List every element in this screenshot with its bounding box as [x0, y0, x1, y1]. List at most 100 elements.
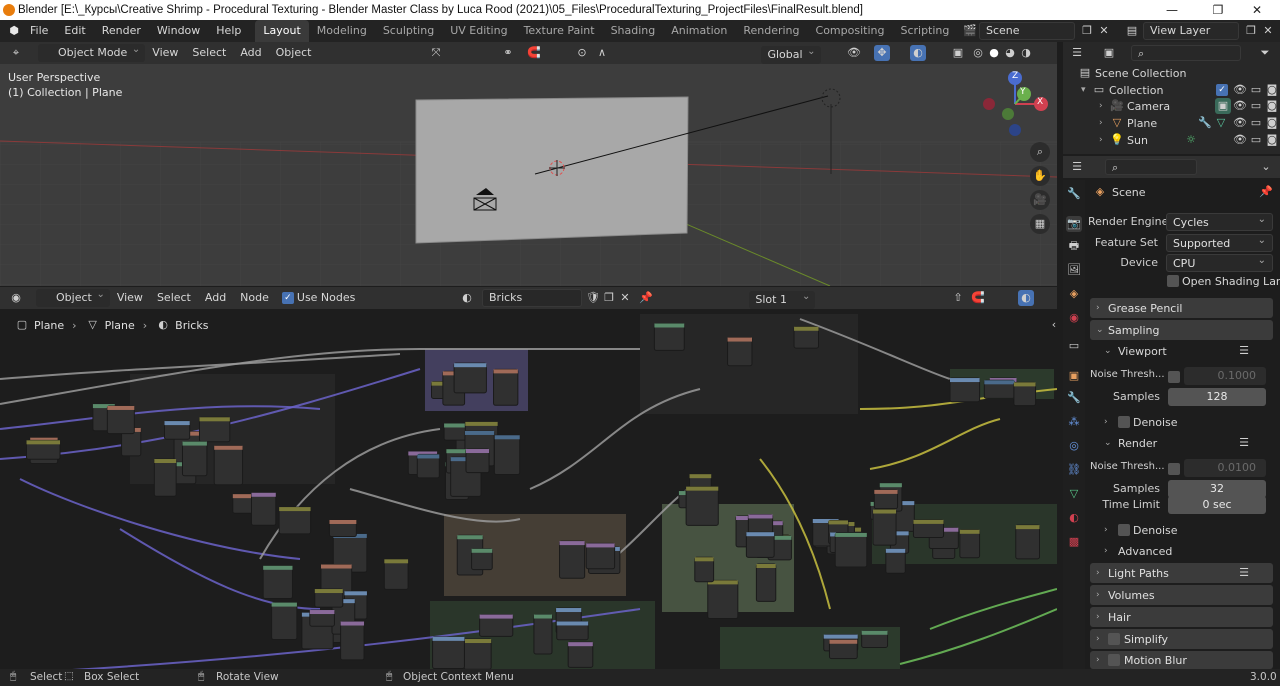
shader-node[interactable]	[198, 416, 231, 443]
shader-node[interactable]	[949, 377, 981, 403]
viewport-denoise-checkbox[interactable]	[1118, 416, 1130, 428]
outliner-item-camera[interactable]: › 🎥 Camera ▣ 👁 ▭ ◙	[1099, 97, 1279, 115]
subpanel-viewport[interactable]: ⌄ Viewport ☰	[1104, 342, 1274, 360]
render-engine-dropdown[interactable]: Cycles	[1166, 211, 1273, 231]
tab-modeling[interactable]: Modeling	[309, 20, 375, 42]
visibility-eye-icon[interactable]: 👁	[1232, 132, 1248, 148]
particles-tab-icon[interactable]: ⁂	[1066, 414, 1082, 430]
transform-orientation-dropdown[interactable]: Global	[761, 43, 821, 64]
filter-icon[interactable]: ⏷	[1257, 45, 1273, 61]
disable-render-icon[interactable]: ◙	[1264, 82, 1280, 98]
viewport-noise-threshold-field[interactable]: 0.1000	[1184, 367, 1266, 385]
wireframe-shading-icon[interactable]: ◎	[970, 45, 986, 61]
shader-type-dropdown[interactable]: Object	[36, 286, 110, 307]
view-layer-selector[interactable]: View Layer	[1143, 22, 1239, 40]
shader-node[interactable]	[959, 529, 981, 559]
modifier-wrench-icon[interactable]: 🔧	[1197, 115, 1213, 131]
solid-shading-icon[interactable]: ●	[986, 45, 1002, 61]
collapse-icon[interactable]: ▾	[1081, 85, 1091, 95]
menu-render[interactable]: Render	[94, 20, 149, 42]
subpanel-render[interactable]: ⌄ Render ☰	[1104, 434, 1274, 452]
expand-icon[interactable]: ›	[1099, 135, 1109, 145]
shader-node[interactable]	[793, 326, 820, 349]
render-tab-icon[interactable]: 📷	[1066, 216, 1082, 232]
material-slot-dropdown[interactable]: Slot 1	[749, 288, 816, 309]
expand-icon[interactable]: ›	[1099, 118, 1109, 128]
material-name-field[interactable]: Bricks	[482, 289, 582, 307]
rendered-shading-icon[interactable]: ◑	[1018, 45, 1034, 61]
node-menu-view[interactable]: View	[110, 289, 150, 307]
xray-icon[interactable]: ▣	[950, 45, 966, 61]
disable-viewport-icon[interactable]: ▭	[1248, 98, 1264, 114]
delete-scene-icon[interactable]: ✕	[1096, 23, 1112, 39]
fake-user-icon[interactable]: 🛡	[585, 290, 601, 306]
node-menu-node[interactable]: Node	[233, 289, 276, 307]
disable-viewport-icon[interactable]: ▭	[1248, 82, 1264, 98]
motion-blur-checkbox[interactable]	[1108, 654, 1120, 666]
panel-grease-pencil[interactable]: › Grease Pencil	[1090, 298, 1273, 318]
parent-node-tree-icon[interactable]: ⇧	[950, 290, 966, 306]
proportional-edit-icon[interactable]: ⊙	[574, 45, 590, 61]
constraints-tab-icon[interactable]: ⛓	[1066, 462, 1082, 478]
shader-node[interactable]	[727, 337, 753, 367]
pan-hand-icon[interactable]: ✋	[1030, 166, 1050, 186]
shader-node[interactable]	[533, 614, 553, 655]
tab-scripting[interactable]: Scripting	[892, 20, 957, 42]
breadcrumb-mesh[interactable]: Plane	[105, 319, 135, 332]
sidebar-toggle-icon[interactable]: ‹	[1046, 317, 1057, 333]
shader-node[interactable]	[861, 630, 889, 648]
tab-texture-paint[interactable]: Texture Paint	[516, 20, 603, 42]
disable-viewport-icon[interactable]: ▭	[1248, 115, 1264, 131]
properties-search-input[interactable]: ⌕	[1105, 159, 1197, 175]
node-snap-icon[interactable]: 🧲	[970, 290, 986, 306]
panel-sampling[interactable]: ⌄ Sampling	[1090, 320, 1273, 340]
panel-volumes[interactable]: › Volumes	[1090, 585, 1273, 605]
shader-node[interactable]	[567, 641, 594, 668]
node-editor[interactable]: ▢ Plane › ▽ Plane › ◐ Bricks ‹	[0, 309, 1057, 669]
shader-node[interactable]	[163, 420, 191, 440]
shader-node[interactable]	[463, 638, 492, 669]
sun-data-icon[interactable]: ☼	[1183, 132, 1199, 148]
tab-shading[interactable]: Shading	[603, 20, 664, 42]
material-shading-icon[interactable]: ◕	[1002, 45, 1018, 61]
shader-node[interactable]	[213, 445, 244, 486]
shader-node[interactable]	[585, 542, 616, 570]
modifier-tab-icon[interactable]: 🔧	[1066, 390, 1082, 406]
visibility-eye-icon[interactable]: 👁	[1232, 115, 1248, 131]
falloff-icon[interactable]: ∧	[594, 45, 610, 61]
shader-node[interactable]	[383, 558, 409, 590]
new-view-layer-icon[interactable]: ❐	[1243, 23, 1259, 39]
tab-layout[interactable]: Layout	[255, 20, 309, 42]
open-shading-language-row[interactable]: Open Shading Lang...	[1167, 272, 1280, 290]
zoom-icon[interactable]: ⌕	[1030, 142, 1050, 162]
texture-tab-icon[interactable]: ▩	[1066, 534, 1082, 550]
data-tab-icon[interactable]: ▽	[1066, 486, 1082, 502]
shader-node[interactable]	[755, 563, 777, 602]
expand-icon[interactable]: ›	[1099, 101, 1109, 111]
3d-viewport[interactable]: User Perspective (1) Collection | Plane …	[0, 64, 1057, 286]
disable-render-icon[interactable]: ◙	[1264, 115, 1280, 131]
time-limit-field[interactable]: 0 sec	[1168, 496, 1266, 514]
tab-animation[interactable]: Animation	[663, 20, 735, 42]
shader-node[interactable]	[328, 519, 357, 538]
pin-icon[interactable]: 📌	[638, 290, 654, 306]
display-mode-icon[interactable]: ▣	[1101, 45, 1117, 61]
shader-node[interactable]	[465, 448, 490, 474]
delete-view-layer-icon[interactable]: ✕	[1260, 23, 1276, 39]
subpanel-viewport-denoise[interactable]: › Denoise	[1104, 413, 1178, 431]
duplicate-material-icon[interactable]: ❐	[601, 290, 617, 306]
subpanel-render-denoise[interactable]: › Denoise	[1104, 521, 1178, 539]
menu-file[interactable]: File	[22, 20, 56, 42]
shader-node[interactable]	[493, 368, 519, 406]
close-window-button[interactable]: ✕	[1234, 0, 1280, 20]
shader-node[interactable]	[556, 620, 589, 641]
outliner-item-plane[interactable]: › ▽ Plane 🔧 ▽ 👁 ▭ ◙	[1099, 114, 1279, 132]
output-tab-icon[interactable]: 🖶	[1066, 238, 1082, 254]
collection-exclude-checkbox[interactable]: ✓	[1216, 84, 1228, 96]
material-tab-icon[interactable]: ◐	[1066, 510, 1082, 526]
render-denoise-checkbox[interactable]	[1118, 524, 1130, 536]
perspective-grid-icon[interactable]: ▦	[1030, 214, 1050, 234]
shader-node[interactable]	[340, 621, 365, 661]
view-layer-tab-icon[interactable]: 🖼	[1066, 262, 1082, 278]
shader-node[interactable]	[153, 458, 177, 497]
